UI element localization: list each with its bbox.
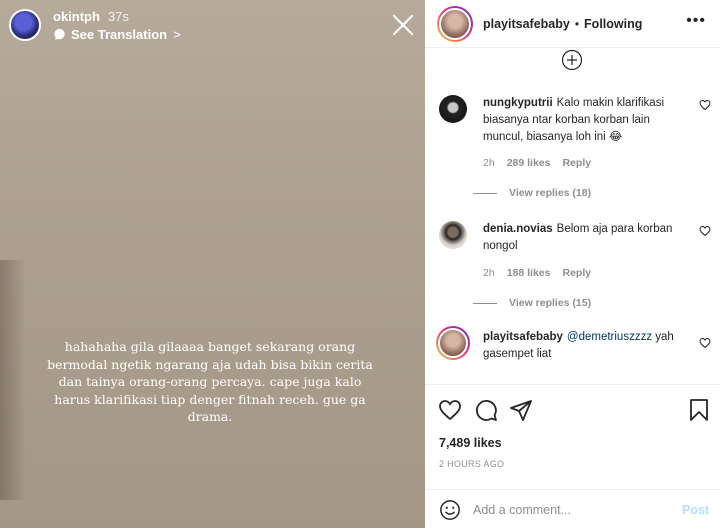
comment-time: 2h (483, 157, 495, 169)
story-viewer: okintph 37s See Translation > hahahaha g… (0, 0, 425, 528)
comment-username[interactable]: playitsafebaby (483, 331, 563, 343)
avatar (438, 328, 468, 358)
emoji-icon[interactable] (439, 499, 461, 521)
post-panel: playitsafebaby • Following ••• nungkyput… (425, 0, 720, 528)
story-caption: hahahaha gila gilaaaa banget sekarang or… (47, 339, 373, 424)
comment-icon[interactable] (474, 398, 498, 422)
comment-likes[interactable]: 188 likes (507, 267, 551, 279)
comment-meta: 2h 289 likes Reply (483, 157, 603, 169)
story-author-avatar[interactable] (9, 9, 41, 41)
post-header: playitsafebaby • Following ••• (425, 0, 720, 48)
comments-list[interactable]: nungkyputrii Kalo makin klarifikasi biasa… (425, 49, 720, 384)
story-username[interactable]: okintph (53, 9, 100, 24)
post-author-username[interactable]: playitsafebaby (483, 17, 570, 31)
story-meta: okintph 37s See Translation > (53, 9, 181, 42)
share-icon[interactable] (509, 398, 533, 422)
view-replies-label: View replies (15) (509, 297, 592, 309)
commenter-avatar[interactable] (436, 326, 470, 360)
comment-meta: 2h 188 likes Reply (483, 267, 603, 279)
comment-body: nungkyputrii Kalo makin klarifikasi biasa… (483, 95, 693, 146)
comment-mention[interactable]: @demetriuszzzz (567, 331, 652, 343)
comment-username[interactable]: denia.novias (483, 223, 553, 235)
heart-icon[interactable] (699, 99, 711, 111)
reply-button[interactable]: Reply (562, 267, 591, 279)
comment-username[interactable]: nungkyputrii (483, 97, 553, 109)
view-replies-button[interactable]: View replies (18) (473, 187, 591, 199)
reply-button[interactable]: Reply (562, 157, 591, 169)
close-icon[interactable] (391, 13, 415, 37)
comment-time: 2h (483, 267, 495, 279)
story-user-row: okintph 37s (53, 9, 181, 24)
heart-icon[interactable] (699, 337, 711, 349)
load-more-comments-icon[interactable] (561, 49, 583, 71)
see-translation-link[interactable]: See Translation > (53, 27, 181, 42)
divider (473, 192, 497, 194)
heart-icon[interactable] (438, 398, 462, 422)
comment-body: denia.novias Belom aja para korban nongol (483, 221, 693, 255)
avatar (439, 7, 471, 40)
comment-likes[interactable]: 289 likes (507, 157, 551, 169)
commenter-avatar[interactable] (439, 95, 467, 123)
see-translation-label: See Translation (71, 27, 168, 42)
story-time: 37s (107, 9, 129, 24)
more-options-icon[interactable]: ••• (686, 12, 706, 30)
post-timestamp: 2 HOURS AGO (439, 459, 505, 469)
comment-input[interactable] (473, 498, 673, 522)
divider (473, 302, 497, 304)
add-comment-bar: Post (425, 489, 720, 528)
chevron-right-icon: > (173, 27, 181, 42)
post-actions: 7,489 likes 2 HOURS AGO Post (425, 384, 720, 528)
view-replies-button[interactable]: View replies (15) (473, 297, 591, 309)
post-author-avatar[interactable] (437, 5, 473, 42)
view-replies-label: View replies (18) (509, 187, 592, 199)
heart-icon[interactable] (699, 225, 711, 237)
following-button[interactable]: Following (584, 17, 642, 31)
bookmark-icon[interactable] (687, 398, 711, 422)
story-header: okintph 37s See Translation > (9, 9, 181, 42)
commenter-avatar[interactable] (439, 221, 467, 249)
comment-body: playitsafebaby @demetriuszzzz yah gasempe… (483, 329, 693, 363)
likes-count[interactable]: 7,489 likes (439, 436, 502, 450)
speech-bubble-icon (54, 28, 65, 41)
post-button[interactable]: Post (682, 503, 709, 517)
separator-dot: • (574, 16, 580, 31)
